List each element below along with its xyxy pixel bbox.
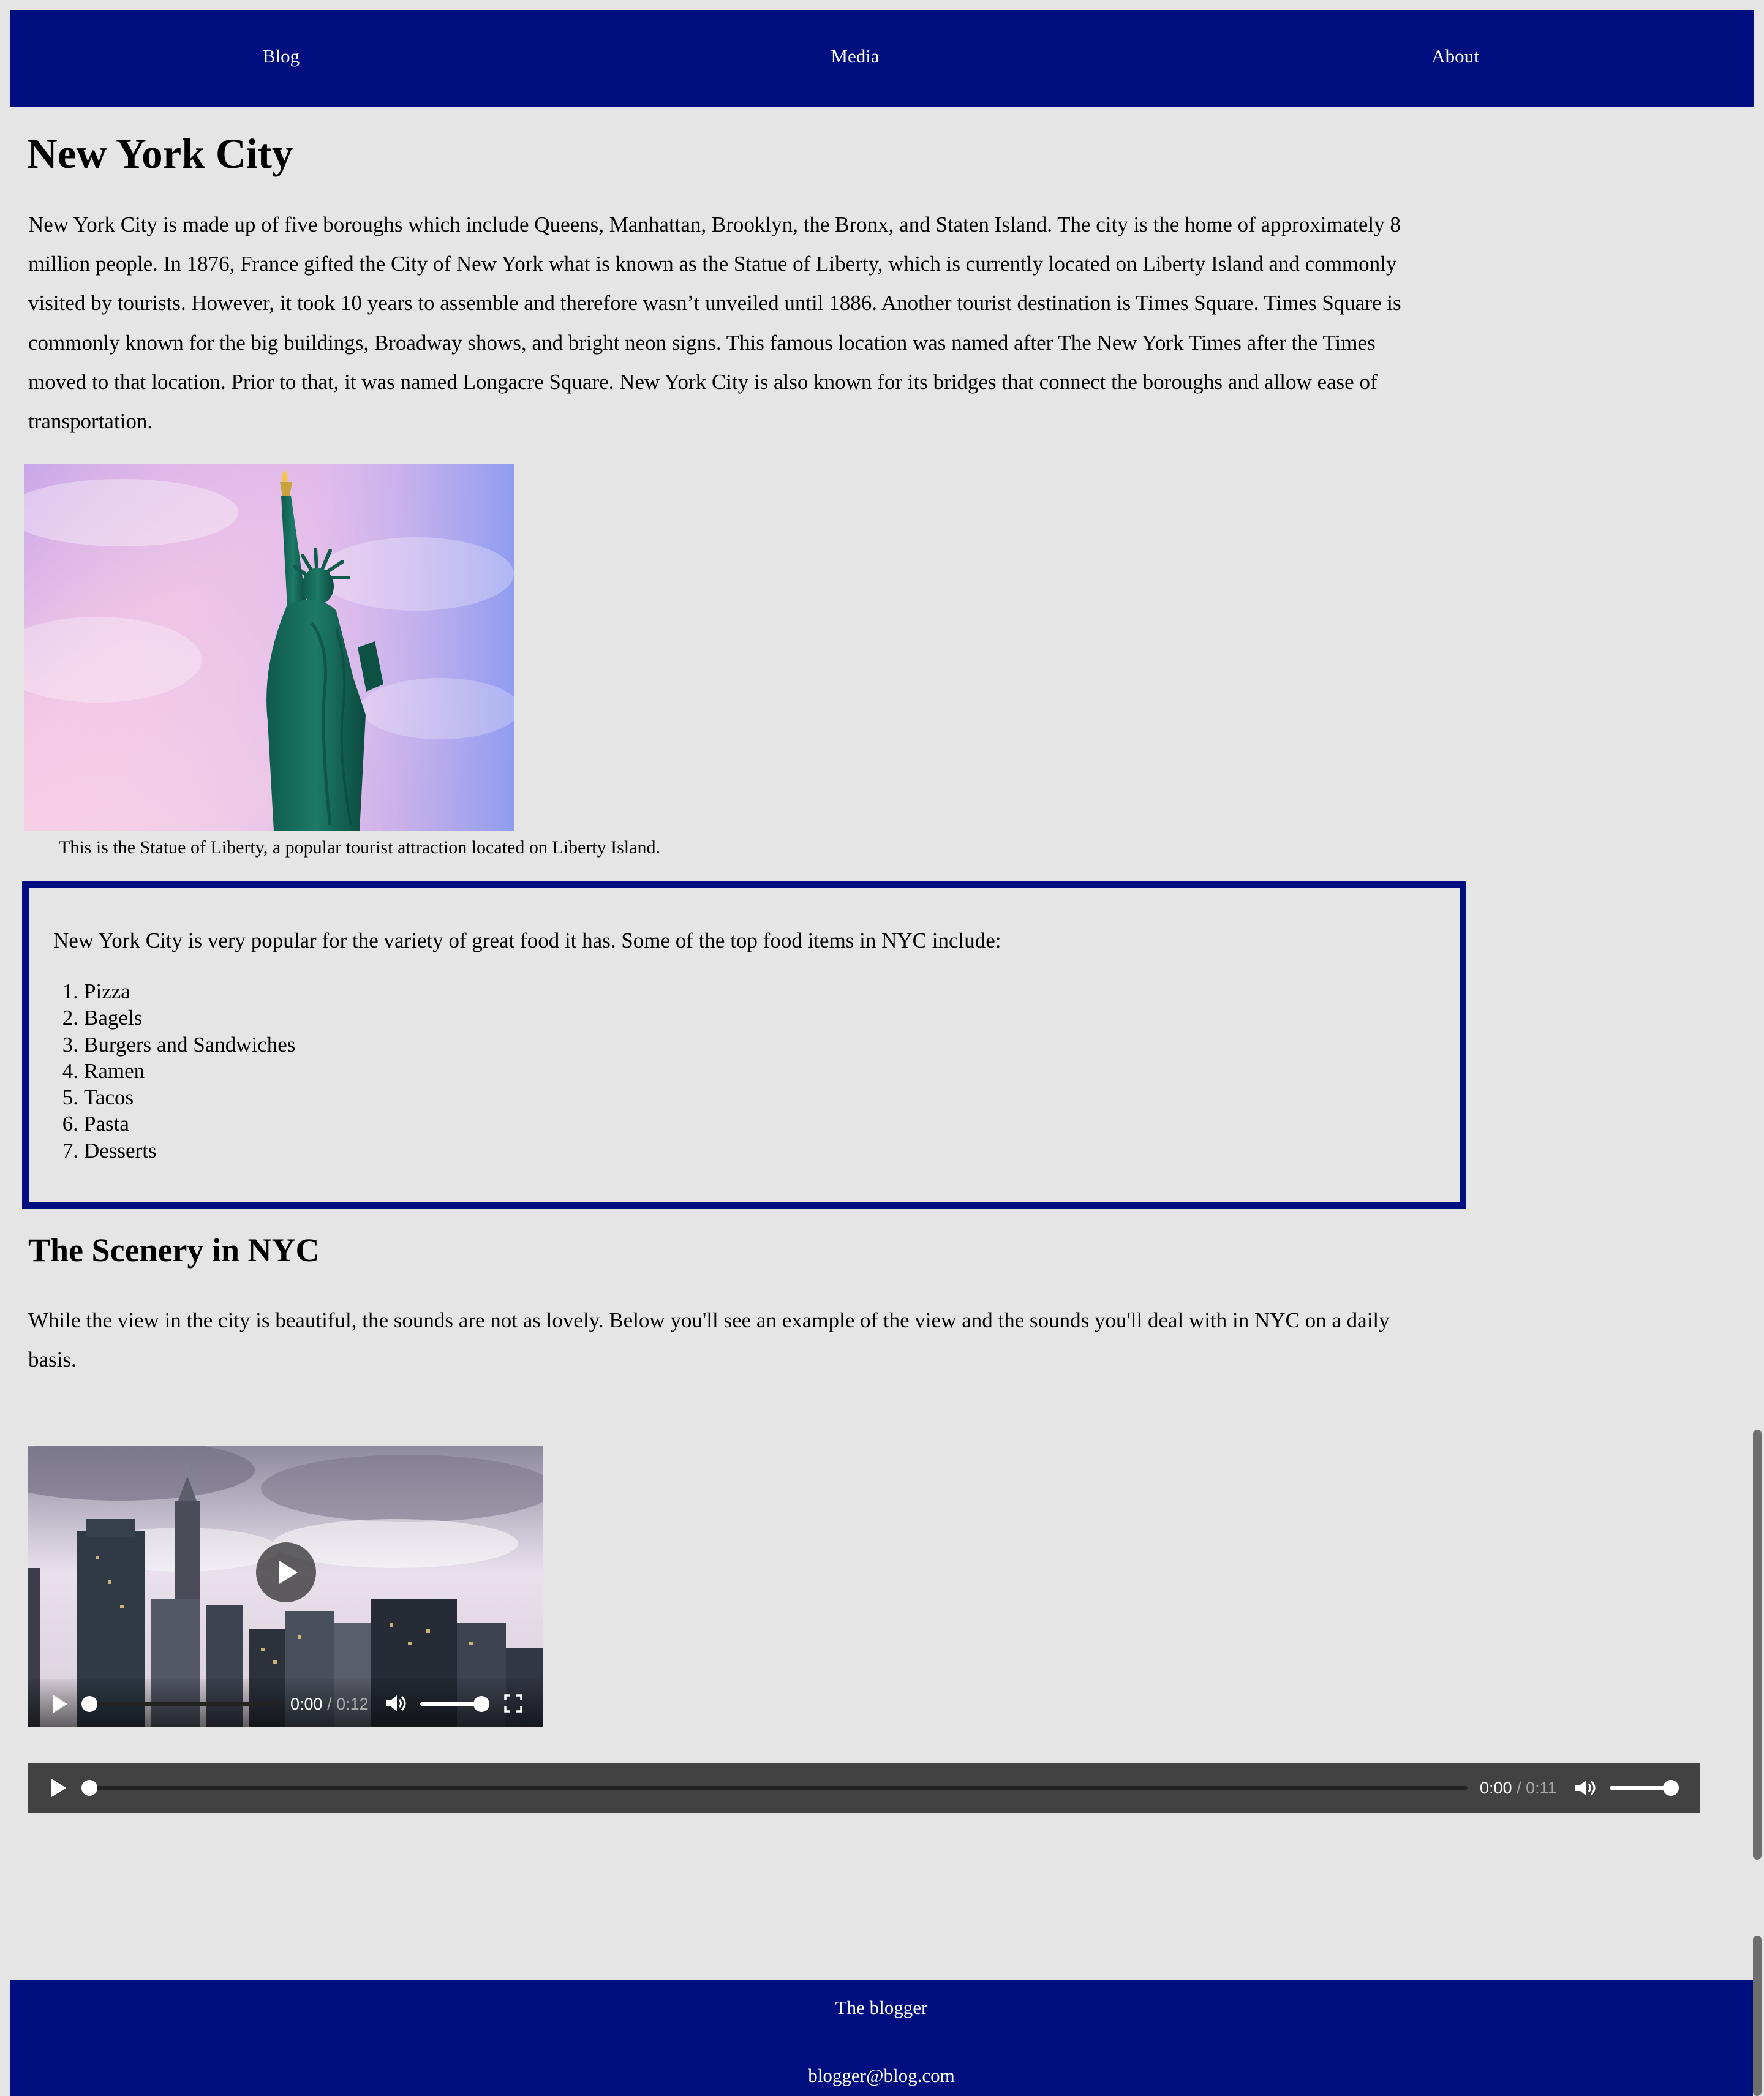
video-play-icon[interactable] <box>53 1695 67 1713</box>
list-item: 3. Burgers and Sandwiches <box>62 1032 296 1057</box>
scrollbar-thumb-lower[interactable] <box>1753 1936 1762 2096</box>
video-duration: / 0:12 <box>327 1695 369 1713</box>
nav-link-media[interactable]: Media <box>831 10 879 107</box>
intro-paragraph: New York City is made up of five borough… <box>28 213 1401 434</box>
video-current-time: 0:00 <box>290 1695 323 1713</box>
nav-link-blog[interactable]: Blog <box>263 10 300 107</box>
audio-volume-slider[interactable] <box>1610 1786 1671 1790</box>
food-intro: New York City is very popular for the va… <box>53 929 1001 952</box>
video-volume-icon[interactable] <box>385 1694 407 1713</box>
food-section: New York City is very popular for the va… <box>22 881 1466 1209</box>
scrollbar-thumb[interactable] <box>1753 1430 1762 1860</box>
audio-volume-icon[interactable] <box>1574 1778 1596 1798</box>
audio-volume-thumb[interactable] <box>1663 1780 1679 1796</box>
fullscreen-icon[interactable] <box>503 1694 523 1713</box>
audio-time: 0:00 / 0:11 <box>1480 1778 1557 1798</box>
list-item: 1. Pizza <box>62 979 130 1003</box>
food-list: 1. Pizza 2. Bagels 3. Burgers and Sandwiche… <box>53 978 296 1164</box>
video-volume-slider[interactable] <box>420 1702 481 1706</box>
video-controls: 0:00 / 0:12 <box>28 1679 543 1727</box>
play-overlay-icon[interactable] <box>256 1542 316 1602</box>
list-item: 7. Desserts <box>62 1138 157 1163</box>
video-progress-track[interactable] <box>89 1702 279 1706</box>
list-item: 5. Tacos <box>62 1085 134 1110</box>
footer-email[interactable]: blogger@blog.com <box>10 2064 1753 2088</box>
audio-progress-thumb[interactable] <box>81 1780 97 1796</box>
video-progress-thumb[interactable] <box>81 1696 97 1712</box>
statue-caption: This is the Statue of Liberty, a popular… <box>59 837 660 858</box>
audio-duration: / 0:11 <box>1517 1779 1557 1797</box>
video-player[interactable]: 0:00 / 0:12 <box>28 1446 543 1727</box>
scenery-heading: The Scenery in NYC <box>28 1232 320 1269</box>
audio-current-time: 0:00 <box>1480 1779 1512 1797</box>
page-title: New York City <box>27 130 293 177</box>
audio-progress-track[interactable] <box>89 1786 1468 1790</box>
video-volume-thumb[interactable] <box>473 1696 489 1712</box>
video-time: 0:00 / 0:12 <box>290 1694 369 1714</box>
audio-player[interactable]: 0:00 / 0:11 <box>28 1763 1700 1813</box>
audio-play-icon[interactable] <box>51 1779 66 1797</box>
nav-link-about[interactable]: About <box>1431 10 1479 107</box>
statue-of-liberty-image <box>24 464 514 831</box>
footer: The blogger blogger@blog.com <box>10 1980 1753 2096</box>
list-item: 2. Bagels <box>62 1006 143 1030</box>
list-item: 4. Ramen <box>62 1058 145 1083</box>
top-nav: Blog Media About <box>10 10 1754 107</box>
footer-author: The blogger <box>835 1997 928 2018</box>
list-item: 6. Pasta <box>62 1112 129 1136</box>
scenery-paragraph: While the view in the city is beautiful,… <box>28 1308 1390 1371</box>
